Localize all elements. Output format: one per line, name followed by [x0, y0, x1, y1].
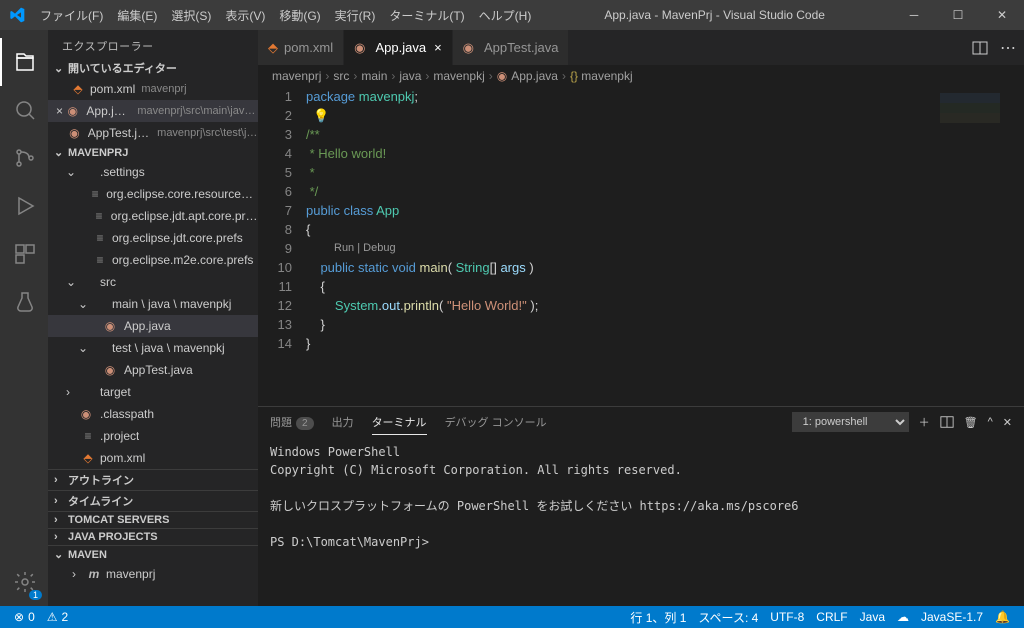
tree-item[interactable]: ≡.project: [48, 425, 258, 447]
minimize-button[interactable]: ─: [892, 0, 936, 30]
source-control-icon[interactable]: [0, 134, 48, 182]
maximize-panel-icon[interactable]: ^: [988, 416, 993, 428]
statusbar: ⊗0⚠2 行 1、列 1スペース: 4UTF-8CRLFJava☁JavaSE-…: [0, 606, 1024, 628]
kill-terminal-icon[interactable]: 🗑: [964, 416, 978, 429]
vs-logo-icon: [0, 7, 34, 23]
manage-gear-icon[interactable]: [0, 558, 48, 606]
breadcrumb-item[interactable]: mavenprj: [272, 69, 321, 83]
menu-bar: ファイル(F)編集(E)選択(S)表示(V)移動(G)実行(R)ターミナル(T)…: [34, 7, 537, 24]
menu-item[interactable]: 選択(S): [165, 7, 217, 24]
open-editor-item[interactable]: ×◉App.javamavenprj\src\main\java\...: [48, 100, 258, 122]
testing-icon[interactable]: [0, 278, 48, 326]
codelens[interactable]: Run | Debug: [306, 239, 934, 258]
status-item[interactable]: UTF-8: [764, 609, 810, 626]
panel-tab[interactable]: 出力: [332, 410, 354, 434]
status-item[interactable]: ⊗0: [8, 610, 41, 624]
window-title: App.java - MavenPrj - Visual Studio Code: [537, 8, 892, 22]
tree-item[interactable]: ◉AppTest.java: [48, 359, 258, 381]
terminal-body[interactable]: Windows PowerShell Copyright (C) Microso…: [258, 437, 1024, 606]
menu-item[interactable]: ファイル(F): [34, 7, 109, 24]
split-terminal-icon[interactable]: [940, 415, 954, 429]
editor-tab[interactable]: ◉App.java×: [344, 30, 453, 65]
breadcrumb-item[interactable]: src: [333, 69, 349, 83]
tree-item[interactable]: ⌄.settings: [48, 161, 258, 183]
status-item[interactable]: ⚠2: [41, 610, 74, 624]
tree-item[interactable]: ≡org.eclipse.m2e.core.prefs: [48, 249, 258, 271]
panel-tab[interactable]: 問題2: [270, 410, 314, 434]
breadcrumb-item[interactable]: {} mavenpkj: [570, 69, 633, 83]
editor-tabs: ⬘pom.xml◉App.java×◉AppTest.java ⋯: [258, 30, 1024, 65]
menu-item[interactable]: 編集(E): [111, 7, 163, 24]
search-icon[interactable]: [0, 86, 48, 134]
panel-tabs: 問題2 出力ターミナルデバッグ コンソール 1: powershell ＋ 🗑 ^…: [258, 407, 1024, 437]
breadcrumb[interactable]: mavenprj›src›main›java›mavenpkj›◉App.jav…: [258, 65, 1024, 87]
tree-item[interactable]: ⬘pom.xml: [48, 447, 258, 469]
titlebar: ファイル(F)編集(E)選択(S)表示(V)移動(G)実行(R)ターミナル(T)…: [0, 0, 1024, 30]
activity-bar: [0, 30, 48, 606]
code-editor[interactable]: 1234567891011121314 package mavenpkj; 💡/…: [258, 87, 1024, 406]
status-item[interactable]: JavaSE-1.7: [915, 609, 989, 626]
status-item[interactable]: スペース: 4: [692, 609, 764, 626]
editor-tab[interactable]: ⬘pom.xml: [258, 30, 344, 65]
section-header[interactable]: ›TOMCAT SERVERS: [48, 511, 258, 528]
status-item[interactable]: 行 1、列 1: [624, 609, 692, 626]
terminal-select[interactable]: 1: powershell: [792, 412, 909, 432]
status-item[interactable]: ☁: [891, 609, 915, 626]
editor-tab[interactable]: ◉AppTest.java: [453, 30, 570, 65]
explorer-icon[interactable]: [0, 38, 48, 86]
maximize-button[interactable]: ☐: [936, 0, 980, 30]
open-editor-item[interactable]: ◉AppTest.javamavenprj\src\test\jav...: [48, 122, 258, 144]
breadcrumb-item[interactable]: ◉App.java: [497, 69, 558, 83]
maven-header[interactable]: ⌄MAVEN: [48, 545, 258, 563]
run-debug-icon[interactable]: [0, 182, 48, 230]
maven-item[interactable]: ›mmavenprj: [48, 563, 258, 585]
menu-item[interactable]: ターミナル(T): [383, 7, 470, 24]
minimap[interactable]: [934, 87, 1024, 406]
menu-item[interactable]: 移動(G): [273, 7, 326, 24]
bottom-panel: 問題2 出力ターミナルデバッグ コンソール 1: powershell ＋ 🗑 ^…: [258, 406, 1024, 606]
breadcrumb-item[interactable]: mavenpkj: [433, 69, 484, 83]
section-header[interactable]: ›タイムライン: [48, 490, 258, 511]
tree-item[interactable]: ≡org.eclipse.jdt.core.prefs: [48, 227, 258, 249]
project-header[interactable]: ⌄MAVENPRJ: [48, 144, 258, 161]
tree-item[interactable]: ›target: [48, 381, 258, 403]
sidebar-title: エクスプローラー: [48, 30, 258, 58]
tree-item[interactable]: ⌄src: [48, 271, 258, 293]
extensions-icon[interactable]: [0, 230, 48, 278]
section-header[interactable]: ›JAVA PROJECTS: [48, 528, 258, 545]
panel-tab[interactable]: ターミナル: [372, 410, 427, 435]
tree-item[interactable]: ⌄test \ java \ mavenpkj: [48, 337, 258, 359]
section-header[interactable]: ›アウトライン: [48, 469, 258, 490]
close-tab-icon[interactable]: ×: [434, 40, 442, 55]
more-actions-icon[interactable]: ⋯: [1000, 38, 1016, 58]
status-item[interactable]: 🔔: [989, 609, 1016, 626]
split-editor-icon[interactable]: [972, 40, 988, 56]
status-item[interactable]: Java: [854, 609, 891, 626]
breadcrumb-item[interactable]: java: [399, 69, 421, 83]
status-item[interactable]: CRLF: [810, 609, 853, 626]
menu-item[interactable]: 表示(V): [219, 7, 271, 24]
new-terminal-icon[interactable]: ＋: [919, 414, 930, 430]
breadcrumb-item[interactable]: main: [361, 69, 387, 83]
close-button[interactable]: ✕: [980, 0, 1024, 30]
open-editor-item[interactable]: ⬘pom.xmlmavenprj: [48, 78, 258, 100]
sidebar: エクスプローラー ⌄開いているエディター ⬘pom.xmlmavenprj×◉A…: [48, 30, 258, 606]
tree-item[interactable]: ≡org.eclipse.jdt.apt.core.prefs: [48, 205, 258, 227]
code-content[interactable]: package mavenpkj; 💡/** * Hello world! * …: [306, 87, 934, 406]
tree-item[interactable]: ⌄main \ java \ mavenpkj: [48, 293, 258, 315]
menu-item[interactable]: 実行(R): [329, 7, 382, 24]
editor-area: ⬘pom.xml◉App.java×◉AppTest.java ⋯ mavenp…: [258, 30, 1024, 606]
tree-item[interactable]: ◉.classpath: [48, 403, 258, 425]
tree-item[interactable]: ◉App.java: [48, 315, 258, 337]
close-icon[interactable]: ×: [56, 104, 63, 118]
line-gutter: 1234567891011121314: [258, 87, 306, 406]
close-panel-icon[interactable]: ✕: [1003, 416, 1012, 429]
tree-item[interactable]: ≡org.eclipse.core.resources.prefs: [48, 183, 258, 205]
menu-item[interactable]: ヘルプ(H): [473, 7, 538, 24]
panel-tab[interactable]: デバッグ コンソール: [445, 410, 547, 434]
open-editors-header[interactable]: ⌄開いているエディター: [48, 58, 258, 78]
